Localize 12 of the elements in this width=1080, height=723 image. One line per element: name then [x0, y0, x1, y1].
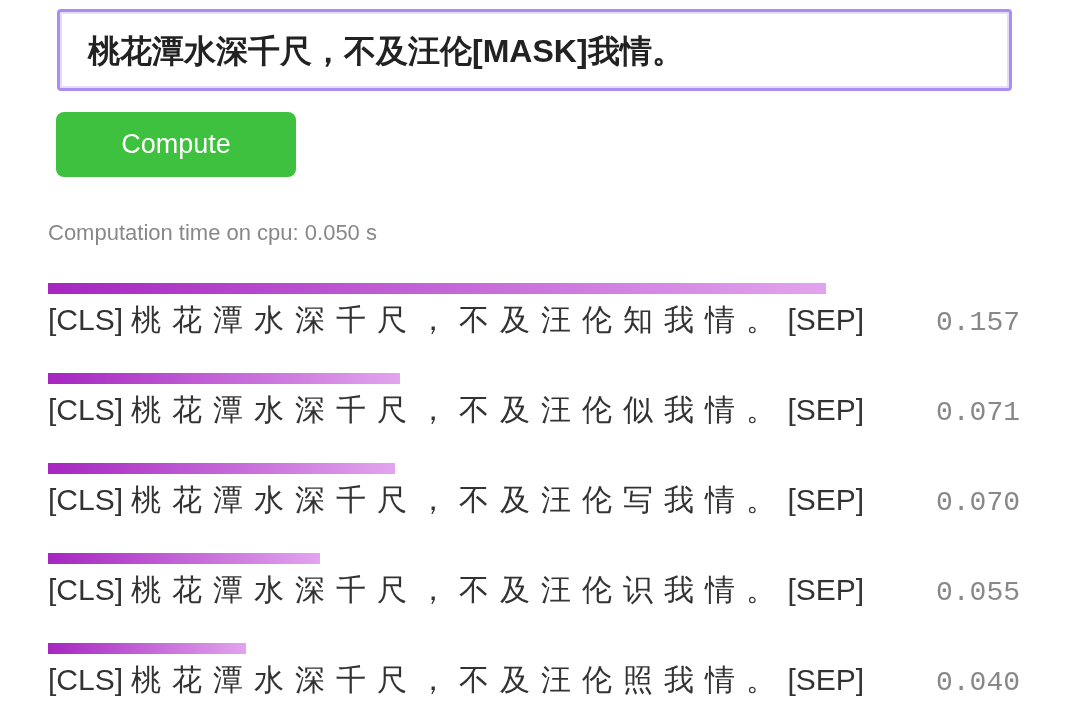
score-value: 0.157	[936, 307, 1020, 338]
text-input-field[interactable]: 桃花潭水深千尺，不及汪伦[MASK]我情。	[57, 9, 1012, 91]
score-value: 0.040	[936, 667, 1020, 698]
prediction-text: [CLS] 桃花潭水深千尺，不及汪伦识我情。[SEP]	[48, 572, 865, 608]
score-value: 0.071	[936, 397, 1020, 428]
computation-time-text: Computation time on cpu: 0.050 s	[48, 220, 378, 246]
prediction-text: [CLS] 桃花潭水深千尺，不及汪伦似我情。[SEP]	[48, 392, 865, 428]
prediction-text: [CLS] 桃花潭水深千尺，不及汪伦照我情。[SEP]	[48, 662, 865, 698]
prediction-text: [CLS] 桃花潭水深千尺，不及汪伦知我情。[SEP]	[48, 302, 865, 338]
score-value: 0.070	[936, 487, 1020, 518]
score-value: 0.055	[936, 577, 1020, 608]
prediction-text: [CLS] 桃花潭水深千尺，不及汪伦写我情。[SEP]	[48, 482, 865, 518]
